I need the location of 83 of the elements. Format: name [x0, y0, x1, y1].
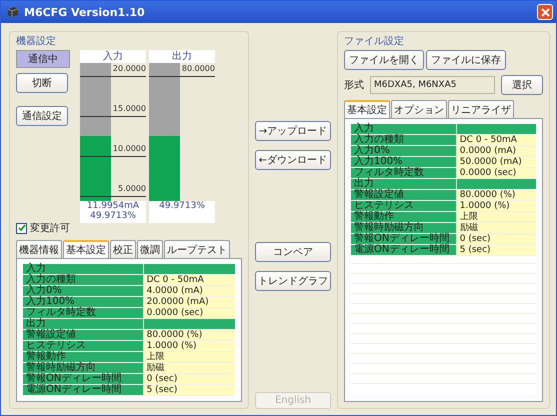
tab[interactable]: 機器情報: [16, 240, 62, 258]
window-title: M6CFG Version1.10: [24, 6, 146, 18]
parameter-name: 警報時励磁方向: [351, 223, 457, 233]
parameter-name: 警報時励磁方向: [23, 363, 144, 373]
parameter-name: 警報設定値: [23, 330, 144, 340]
reading-text: 49.9713%: [90, 211, 136, 221]
action-button[interactable]: ←ダウンロード: [255, 150, 331, 170]
group-title: 機器設定: [16, 34, 57, 48]
parameter-value[interactable]: DC 0 - 50mA: [456, 135, 536, 145]
app-icon: [7, 6, 19, 18]
parameter-value[interactable]: 0.0000 (sec): [144, 308, 235, 318]
parameter-name: 入力100%: [23, 297, 144, 307]
parameter-value[interactable]: 5 (sec): [456, 245, 536, 255]
parameter-name: 入力0%: [23, 286, 144, 296]
parameter-name: 入力100%: [351, 157, 457, 167]
section-cell: 入力: [351, 124, 457, 134]
parameter-value[interactable]: 50.0000 (mA): [456, 157, 536, 167]
parameter-value[interactable]: DC 0 - 50mA: [144, 275, 235, 285]
parameter-name: 入力の種類: [351, 135, 457, 145]
scale-label: 20.0000: [112, 64, 146, 74]
select-button[interactable]: 選択: [501, 75, 543, 95]
checkbox-label: 変更許可: [30, 222, 70, 235]
disconnect-button[interactable]: 切断: [16, 73, 68, 93]
scale-label: 10.0000: [112, 144, 146, 154]
section-cell: 出力: [23, 319, 144, 329]
parameter-name: 警報ONディレー時間: [351, 234, 457, 244]
parameter-value[interactable]: 1.0000 (%): [456, 201, 536, 211]
action-button[interactable]: →アップロード: [255, 121, 331, 141]
tab[interactable]: リニアライザ: [448, 100, 514, 118]
tab[interactable]: 微調: [137, 240, 163, 258]
parameter-name: 電源ONディレー時間: [23, 385, 144, 395]
section-cell: 入力: [23, 264, 144, 274]
parameter-name: フィルタ時定数: [351, 168, 457, 178]
scale-label: 15.0000: [112, 104, 146, 114]
model-field: M6DXA5, M6NXA5: [370, 76, 495, 94]
parameter-value[interactable]: 励磁: [144, 363, 235, 373]
parameter-name: ヒステリシス: [351, 201, 457, 211]
parameter-value[interactable]: 0.0000 (sec): [456, 168, 536, 178]
section-cell: 出力: [351, 179, 457, 189]
scale-label: 80.0000: [182, 64, 215, 74]
reading-text: 49.9713%: [159, 201, 205, 211]
group-title: ファイル設定: [344, 34, 405, 48]
close-button[interactable]: [537, 4, 553, 20]
tab[interactable]: オプション: [391, 100, 447, 118]
parameter-value[interactable]: 1.0000 (%): [144, 341, 235, 351]
meter-header: 出力: [149, 50, 215, 63]
parameter-value[interactable]: 20.0000 (mA): [144, 297, 235, 307]
parameter-name: 入力の種類: [23, 275, 144, 285]
meter-header: 入力: [80, 50, 146, 63]
save-file-button[interactable]: ファイルに保存: [426, 50, 506, 70]
check-icon: [18, 224, 26, 232]
parameter-value[interactable]: 上限: [456, 212, 536, 222]
parameter-value[interactable]: 0 (sec): [144, 374, 235, 384]
parameter-value[interactable]: 0 (sec): [456, 234, 536, 244]
parameter-name: 警報動作: [23, 352, 144, 362]
parameter-value[interactable]: 4.0000 (mA): [144, 286, 235, 296]
parameter-value[interactable]: 0.0000 (mA): [456, 146, 536, 156]
tab[interactable]: 基本設定: [344, 100, 390, 118]
action-button[interactable]: コンペア: [255, 242, 331, 262]
comm-settings-button[interactable]: 通信設定: [16, 106, 68, 126]
scale-label: 5.0000: [118, 184, 146, 194]
parameter-value[interactable]: 励磁: [456, 223, 536, 233]
checkbox[interactable]: [16, 222, 27, 234]
tab[interactable]: 校正: [110, 240, 136, 258]
status-label: 通信中: [16, 50, 70, 68]
parameter-name: 入力0%: [351, 146, 457, 156]
parameter-name: 警報設定値: [351, 190, 457, 200]
parameter-value[interactable]: 5 (sec): [144, 385, 235, 395]
reading-text: 11.9954mA: [86, 201, 140, 211]
parameter-name: 電源ONディレー時間: [351, 245, 457, 255]
tab[interactable]: ループテスト: [164, 240, 230, 258]
tab[interactable]: 基本設定: [63, 240, 109, 258]
parameter-name: フィルタ時定数: [23, 308, 144, 318]
parameter-name: ヒステリシス: [23, 341, 144, 351]
parameter-value[interactable]: 上限: [144, 352, 235, 362]
close-icon: [540, 8, 550, 16]
parameter-value[interactable]: 80.0000 (%): [456, 190, 536, 200]
open-file-button[interactable]: ファイルを開く: [344, 50, 424, 70]
action-button[interactable]: トレンドグラフ: [255, 271, 331, 291]
parameter-name: 警報動作: [351, 212, 457, 222]
parameter-name: 警報ONディレー時間: [23, 374, 144, 384]
model-label: 形式: [344, 78, 364, 92]
parameter-value[interactable]: 80.0000 (%): [144, 330, 235, 340]
